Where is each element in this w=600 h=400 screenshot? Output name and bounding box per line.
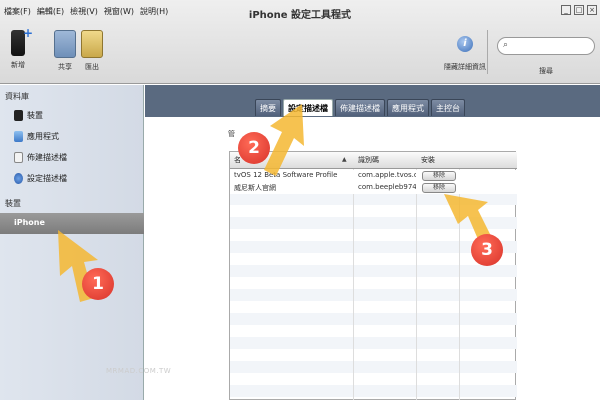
annotation-badge-1: 1 [82, 268, 114, 300]
new-button[interactable]: 新增 [0, 26, 38, 70]
sort-up-icon: ▲ [342, 156, 347, 163]
devices-heading: 裝置 [5, 199, 21, 208]
section-label: 管 [228, 130, 235, 138]
main-content: 摘要 設定描述檔 佈建描述檔 應用程式 主控台 管 名 ▲ 識別碼 安裝 tvO… [145, 85, 600, 400]
sidebar-item-label: 佈建描述檔 [27, 152, 67, 162]
apps-icon [14, 130, 23, 142]
phone-icon [14, 109, 23, 121]
minimize-button[interactable]: _ [561, 5, 571, 15]
library-heading: 資料庫 [5, 92, 29, 101]
settings-icon [14, 172, 23, 184]
header-identifier[interactable]: 識別碼 [358, 155, 379, 165]
search-icon: ⌕ [503, 40, 509, 50]
info-button[interactable]: i 隱藏詳細資訊 [443, 30, 487, 72]
profiles-table: 名 ▲ 識別碼 安裝 tvOS 12 Beta Software Profile… [229, 151, 517, 400]
sidebar-item-devices[interactable]: 裝置 [14, 107, 43, 123]
search-label: 搜尋 [539, 67, 553, 75]
sidebar-item-label: 裝置 [27, 110, 43, 120]
sidebar-item-provisioning[interactable]: 佈建描述檔 [14, 149, 67, 165]
row-name: 威尼斯人官網 [234, 184, 276, 192]
arrow-shape [264, 104, 304, 176]
close-button[interactable]: × [587, 5, 597, 15]
tab-applications[interactable]: 應用程式 [387, 99, 429, 116]
toolbar: 檔案(F) 編輯(E) 檢視(V) 視窗(W) 說明(H) iPhone 設定工… [0, 0, 600, 84]
sidebar-item-apps[interactable]: 應用程式 [14, 128, 59, 144]
window-controls: _ □ × [561, 5, 597, 15]
annotation-badge-3: 3 [471, 234, 503, 266]
sidebar-item-configuration[interactable]: 設定描述檔 [14, 170, 67, 186]
tab-provisioning-profiles[interactable]: 佈建描述檔 [335, 99, 385, 116]
watermark: MRMAD.COM.TW [106, 367, 172, 375]
info-label: 隱藏詳細資訊 [444, 63, 486, 71]
maximize-button[interactable]: □ [574, 5, 584, 15]
provisioning-icon [14, 151, 23, 163]
info-icon: i [457, 36, 473, 52]
toolbar-divider [487, 30, 488, 74]
export-button[interactable]: 匯出 [72, 30, 112, 72]
export-label: 匯出 [85, 63, 99, 71]
export-icon [81, 30, 103, 58]
search-input[interactable]: ⌕ [497, 37, 595, 55]
tab-console[interactable]: 主控台 [431, 99, 465, 116]
row-identifier: com.apple.tvos.d... [358, 171, 416, 179]
remove-button[interactable]: 移除 [422, 171, 456, 181]
new-label: 新增 [11, 61, 25, 69]
header-install[interactable]: 安裝 [421, 155, 435, 165]
annotation-badge-2: 2 [238, 132, 270, 164]
sidebar-item-label: 應用程式 [27, 131, 59, 141]
new-device-icon [11, 26, 33, 56]
tab-strip: 摘要 設定描述檔 佈建描述檔 應用程式 主控台 [145, 85, 600, 117]
window-title: iPhone 設定工具程式 [248, 10, 352, 21]
sidebar-item-label: 設定描述檔 [27, 173, 67, 183]
row-identifier: com.beepleb974... [358, 183, 416, 191]
